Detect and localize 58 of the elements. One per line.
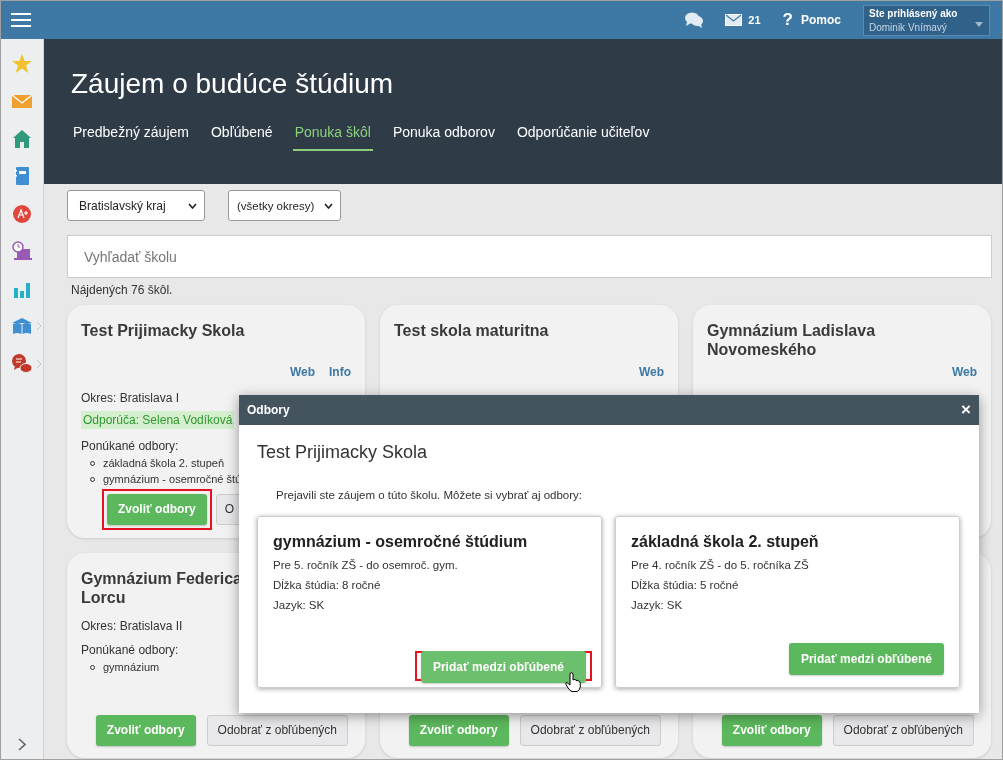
district-dropdown[interactable]: (všetky okresy): [228, 190, 341, 221]
recommendation-label: Odporúča: Selena Vodíková: [81, 411, 235, 429]
caret-icon: [975, 21, 983, 27]
program-detail: Dĺžka štúdia: 5 ročné: [631, 579, 740, 591]
offered-label: Ponúkané odbory:: [81, 439, 179, 453]
region-dropdown[interactable]: Bratislavský kraj: [67, 190, 205, 221]
program-item: gymnázium: [103, 661, 160, 673]
program-detail: Pre 4. ročník ZŠ - do 5. ročníka ZŠ: [631, 559, 810, 571]
district-text: Okres: Bratislava II: [81, 619, 183, 633]
program-detail: Pre 5. ročník ZŠ - do osemroč. gym.: [273, 559, 459, 571]
tab[interactable]: Predbežný záujem: [71, 124, 191, 151]
caret-icon: [324, 202, 333, 209]
mail-icon[interactable]: [725, 14, 743, 26]
chat-icon[interactable]: [685, 12, 704, 28]
speech-bubbles-icon[interactable]: [11, 352, 33, 375]
school-name: Test skola maturitna: [394, 321, 550, 341]
close-button[interactable]: ×: [961, 400, 971, 420]
expand-icon[interactable]: [18, 738, 26, 751]
dialog-title: Odbory: [247, 403, 290, 417]
offered-label: Ponúkané odbory:: [81, 643, 179, 657]
school-name: Test Prijimacky Skola: [81, 321, 246, 341]
user-name: Dominik Vnímavý: [869, 21, 947, 33]
star-icon[interactable]: [11, 52, 33, 75]
link[interactable]: Web: [289, 365, 315, 379]
result-count: Nájdených 76 škôl.: [71, 283, 174, 297]
program-name: gymnázium - osemročné štúdium: [273, 533, 529, 551]
program-detail: Jazyk: SK: [631, 599, 684, 611]
tab[interactable]: Obľúbené: [208, 124, 275, 151]
tab[interactable]: Odporúčanie učiteľov: [514, 124, 652, 151]
user-menu[interactable]: Ste prihlásený ako Dominik Vnímavý: [863, 4, 990, 36]
district-text: Okres: Bratislava I: [81, 391, 180, 405]
remove-button[interactable]: Odobrať z obľúbených: [206, 715, 348, 746]
link[interactable]: Web: [951, 365, 977, 379]
remove-button[interactable]: Odobrať z obľúbených: [519, 715, 661, 746]
clock-laptop-icon[interactable]: [11, 240, 33, 263]
school-name: Test Prijimacky Skola: [257, 442, 429, 463]
remove-button[interactable]: Odobrať z obľúbených: [832, 715, 974, 746]
tab[interactable]: Ponuka odborov: [390, 124, 497, 151]
house-icon[interactable]: [11, 127, 33, 150]
program-detail: Jazyk: SK: [273, 599, 326, 611]
message-count: 21: [748, 14, 761, 26]
link[interactable]: Web: [638, 365, 664, 379]
tab[interactable]: Ponuka škôl: [292, 124, 373, 151]
school-name: Gymnázium Ladislava Novomeského: [707, 321, 877, 359]
intro-text: Prejavili ste záujem o túto školu. Môžete si vybrať aj odbory:: [276, 489, 583, 501]
grade-icon[interactable]: [11, 202, 33, 225]
menu-icon[interactable]: [11, 12, 31, 28]
program-detail: Dĺžka štúdia: 8 ročné: [273, 579, 382, 591]
program-item: základná škola 2. stupeň: [103, 457, 225, 469]
hand-cursor-icon: [565, 672, 581, 692]
link[interactable]: Info: [329, 365, 351, 379]
page-title: Záujem o budúce štúdium: [71, 68, 395, 100]
user-label: Ste prihlásený ako: [869, 7, 958, 19]
help-link[interactable]: Pomoc: [801, 13, 841, 27]
program-name: základná škola 2. stupeň: [631, 533, 820, 551]
search-field[interactable]: Vyhľadať školu: [67, 235, 992, 278]
caret-icon: [188, 202, 197, 209]
help-icon[interactable]: ?: [782, 10, 793, 30]
